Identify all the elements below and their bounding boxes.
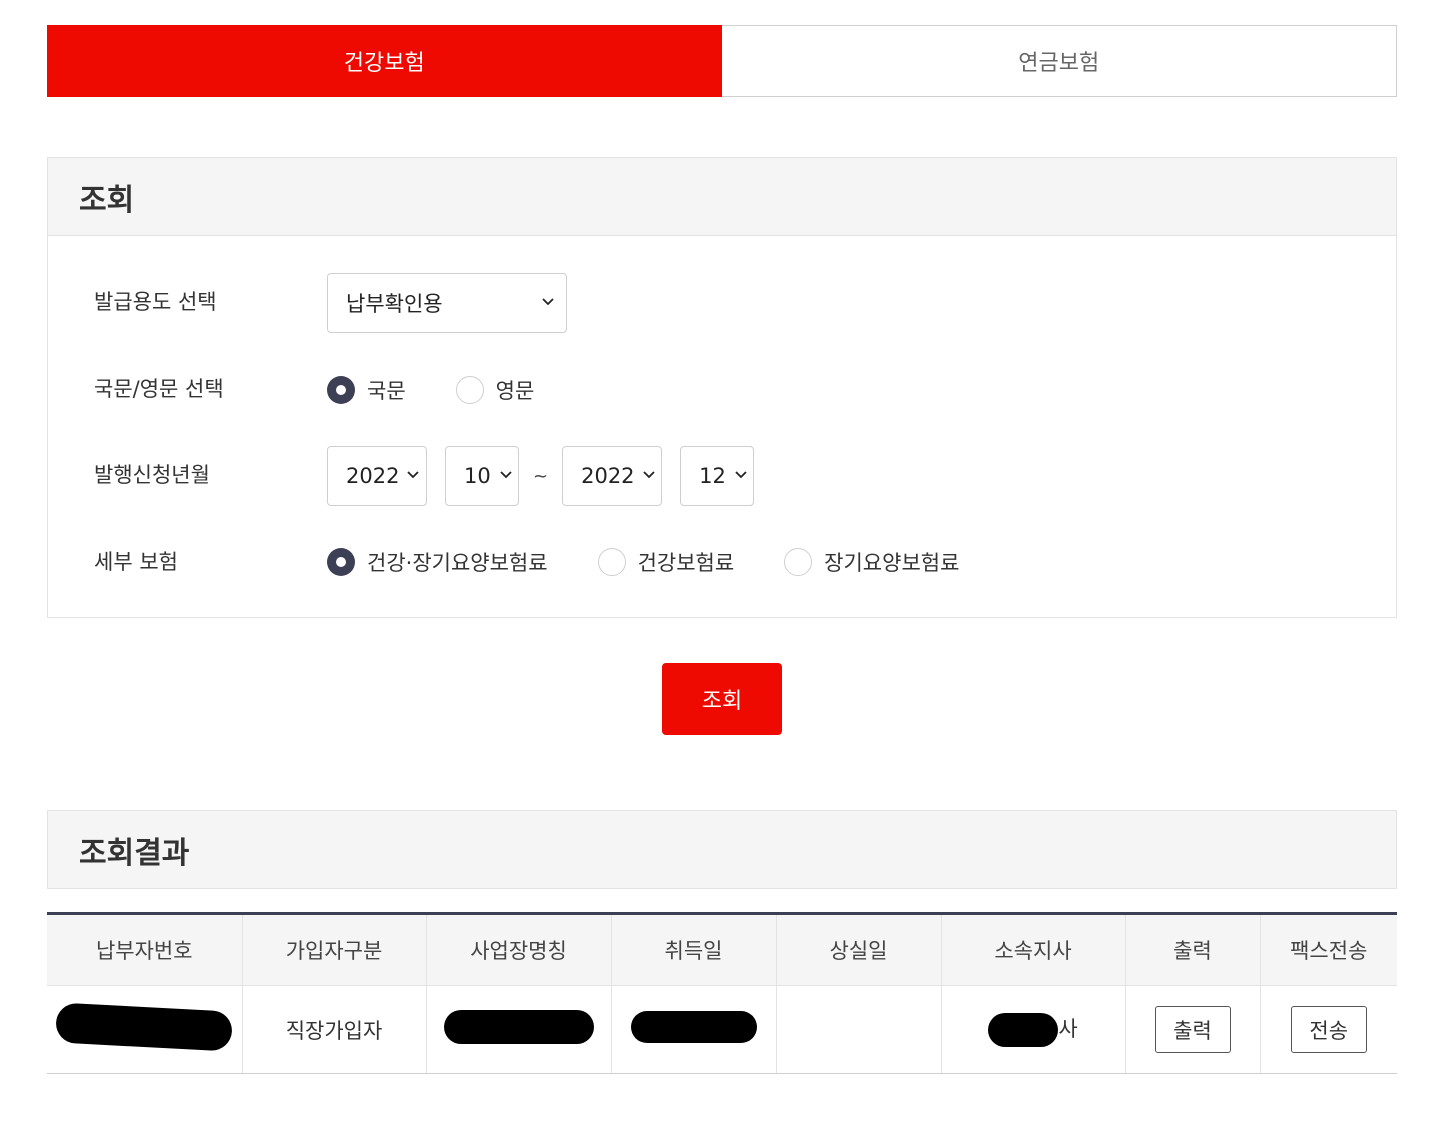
redaction-mark [443, 1010, 594, 1044]
col-workplace-name: 사업장명칭 [425, 913, 611, 986]
radio-health-label: 건강보험료 [637, 551, 735, 575]
col-loss-date: 상실일 [775, 913, 941, 986]
col-payer-number: 납부자번호 [47, 913, 242, 986]
col-branch: 소속지사 [940, 913, 1125, 986]
from-month-value: 10 [464, 464, 491, 488]
search-button[interactable]: 조회 [662, 663, 782, 735]
radio-health-longterm-label: 건강·장기요양보험료 [367, 551, 548, 575]
search-panel: 조회 발급용도 선택 납부확인용 국문/영문 선택 국문 영문 발행신청년월 2… [47, 157, 1397, 618]
from-year-value: 2022 [346, 464, 400, 488]
table-row: 직장가입자 사 출력 전송 [47, 985, 1397, 1074]
cell-branch: 사 [940, 985, 1125, 1074]
redaction-mark [630, 1011, 757, 1043]
period-separator: ~ [533, 465, 549, 487]
chevron-down-icon [642, 471, 655, 481]
radio-english[interactable]: 영문 [455, 375, 535, 405]
radio-korean[interactable]: 국문 [327, 375, 406, 405]
cell-fax: 전송 [1259, 985, 1397, 1074]
redaction-mark [988, 1012, 1059, 1047]
radio-longterm[interactable]: 장기요양보험료 [784, 547, 959, 577]
cell-workplace-name [425, 985, 611, 1074]
radio-longterm-label: 장기요양보험료 [824, 551, 960, 575]
to-month-select[interactable]: 12 [680, 446, 755, 506]
radio-longterm-circle [784, 548, 813, 576]
radio-health-longterm[interactable]: 건강·장기요양보험료 [327, 547, 548, 577]
search-panel-header: 조회 [48, 158, 1396, 236]
col-acquisition-date: 취득일 [610, 913, 776, 986]
chevron-down-icon [500, 471, 512, 481]
radio-korean-label: 국문 [367, 379, 406, 403]
from-year-select[interactable]: 2022 [327, 446, 427, 506]
chevron-down-icon [407, 471, 420, 481]
purpose-select-value: 납부확인용 [346, 292, 443, 316]
purpose-select[interactable]: 납부확인용 [327, 273, 567, 333]
period-label: 발행신청년월 [94, 463, 210, 487]
result-table: 납부자번호 가입자구분 사업장명칭 취득일 상실일 소속지사 출력 팩스전송 직… [47, 912, 1397, 1074]
chevron-down-icon [735, 471, 747, 481]
to-year-value: 2022 [581, 464, 635, 488]
col-fax: 팩스전송 [1259, 913, 1397, 986]
radio-health-circle [597, 548, 626, 576]
branch-suffix: 사 [1058, 1016, 1078, 1041]
radio-health-longterm-circle [327, 548, 355, 576]
cell-member-type: 직장가입자 [241, 985, 426, 1074]
cell-payer-number [47, 985, 242, 1074]
print-button[interactable]: 출력 [1154, 1006, 1231, 1053]
cell-acquisition-date [610, 985, 776, 1074]
tab-pension-insurance[interactable]: 연금보험 [721, 25, 1397, 97]
language-label: 국문/영문 선택 [94, 377, 224, 401]
radio-korean-circle [327, 376, 355, 404]
radio-english-circle [455, 376, 484, 404]
insurance-tabs: 건강보험 연금보험 [47, 25, 1397, 97]
radio-health[interactable]: 건강보험료 [597, 547, 735, 577]
to-month-value: 12 [699, 464, 726, 488]
result-panel-header: 조회결과 [47, 810, 1397, 889]
purpose-label: 발급용도 선택 [94, 290, 217, 314]
col-member-type: 가입자구분 [241, 913, 426, 986]
result-title: 조회결과 [79, 835, 190, 871]
chevron-down-icon [542, 298, 554, 308]
col-print: 출력 [1124, 913, 1260, 986]
table-header-row: 납부자번호 가입자구분 사업장명칭 취득일 상실일 소속지사 출력 팩스전송 [47, 913, 1397, 986]
radio-english-label: 영문 [495, 379, 535, 403]
search-title: 조회 [79, 182, 135, 218]
cell-loss-date [775, 985, 941, 1074]
redaction-mark [55, 1002, 234, 1052]
to-year-select[interactable]: 2022 [562, 446, 663, 506]
tab-health-insurance[interactable]: 건강보험 [47, 25, 722, 97]
fax-send-button[interactable]: 전송 [1290, 1006, 1367, 1053]
cell-print: 출력 [1124, 985, 1260, 1074]
from-month-select[interactable]: 10 [445, 446, 519, 506]
detail-insurance-label: 세부 보험 [94, 550, 178, 574]
